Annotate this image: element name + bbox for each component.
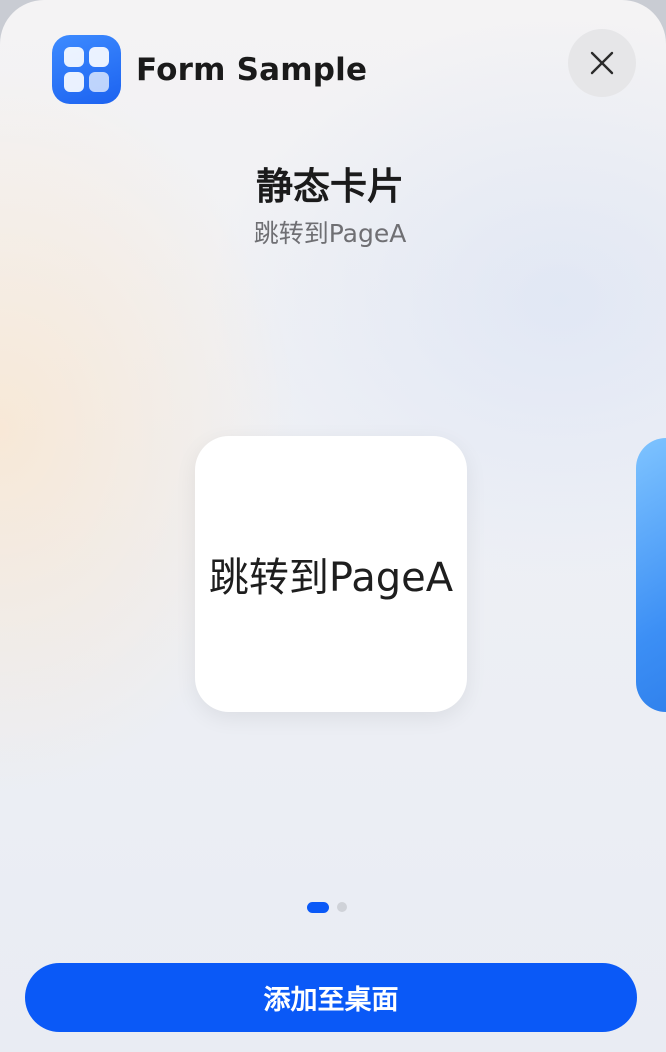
form-card-text: 跳转到PageA <box>208 555 454 601</box>
next-form-card-preview[interactable] <box>636 438 666 712</box>
close-button[interactable] <box>568 29 636 97</box>
close-icon <box>590 51 614 75</box>
page-dot[interactable] <box>337 902 347 912</box>
form-card-preview[interactable]: 跳转到PageA <box>195 436 467 712</box>
form-subtitle: 跳转到PageA <box>253 219 407 248</box>
add-to-desktop-button[interactable]: 添加至桌面 <box>25 963 637 1032</box>
page-dot-active[interactable] <box>307 901 329 913</box>
page-indicator[interactable] <box>307 901 347 913</box>
app-grid-icon <box>52 35 121 104</box>
app-grid-cell <box>89 72 109 92</box>
form-title: 静态卡片 <box>256 165 404 208</box>
app-grid-cell <box>89 47 109 67</box>
widget-picker-sheet: Form Sample 静态卡片 跳转到PageA 跳转到PageA 添加至桌面 <box>0 0 666 1052</box>
app-grid-cell <box>64 72 84 92</box>
app-name: Form Sample <box>136 52 368 88</box>
app-grid-cell <box>64 47 84 67</box>
